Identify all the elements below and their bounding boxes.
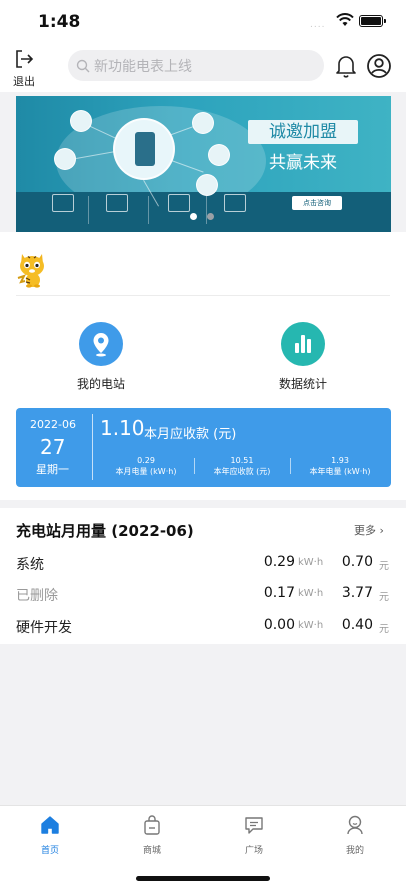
row-kwh: 0.00: [263, 617, 295, 633]
row-yuan: 0.40: [341, 617, 373, 633]
yuan-unit: 元: [379, 592, 389, 603]
signal-icon: ....: [310, 20, 326, 30]
row-name: 已删除: [16, 588, 58, 604]
month-receivable-value: 1.10: [100, 416, 145, 440]
banner-slogan-1: 诚邀加盟: [248, 120, 358, 144]
consult-button[interactable]: 点击咨询: [292, 196, 342, 210]
home-icon: [41, 816, 59, 834]
metric-value: 0.29: [137, 456, 155, 465]
metric-month-kwh: 0.29 本月电量 (kW·h): [98, 456, 194, 477]
card-weekday: 星期一: [36, 463, 69, 476]
quick-actions: 我的电站 数据统计: [0, 296, 406, 400]
month-receivable-label: 本月应收款 (元): [144, 427, 237, 442]
metric-value: 10.51: [230, 456, 254, 465]
search-icon: [76, 59, 90, 72]
stats-card[interactable]: 2022-06 27 星期一 1.10 本月应收款 (元) 0.29 本月电量 …: [16, 408, 391, 487]
metric-year-receivable: 10.51 本年应收款 (元): [194, 456, 290, 477]
tab-home[interactable]: 首页: [20, 814, 80, 856]
status-bar: 1:48 ....: [0, 0, 406, 44]
more-label: 更多: [354, 524, 376, 537]
promo-banner[interactable]: 诚邀加盟 共赢未来 点击咨询: [16, 96, 391, 232]
bar-chart-icon: [281, 322, 325, 366]
logout-icon: [16, 50, 34, 68]
metric-value: 1.93: [331, 456, 349, 465]
tab-mine[interactable]: 我的: [325, 814, 385, 856]
more-link[interactable]: 更多 ›: [354, 522, 384, 538]
usage-row[interactable]: 硬件开发 0.00 kW·h 0.40 元: [0, 611, 406, 643]
tab-label: 首页: [40, 846, 59, 856]
wifi-icon: [336, 13, 354, 26]
search-placeholder: 新功能电表上线: [94, 58, 192, 75]
usage-title: 充电站月用量 (2022-06): [16, 522, 194, 540]
tab-label: 我的: [345, 846, 364, 856]
mascot-row: [0, 232, 406, 296]
top-header: 退出 新功能电表上线: [0, 44, 406, 92]
bell-icon[interactable]: [334, 53, 358, 79]
kwh-unit: kW·h: [298, 588, 324, 599]
metric-label: 本月电量 (kW·h): [115, 467, 177, 476]
usage-row[interactable]: 已删除 0.17 kW·h 3.77 元: [0, 579, 406, 611]
kwh-unit: kW·h: [298, 557, 324, 568]
battery-icon: [359, 15, 386, 27]
row-name: 硬件开发: [16, 620, 72, 636]
tab-label: 商城: [142, 846, 161, 856]
metric-label: 本年应收款 (元): [213, 467, 271, 476]
tab-mall[interactable]: 商城: [122, 814, 182, 856]
row-yuan: 0.70: [341, 554, 373, 570]
bottom-tab-bar: 首页 商城 广场 我的: [0, 805, 406, 888]
my-station-button[interactable]: 我的电站: [56, 322, 146, 392]
carousel-dot[interactable]: [207, 213, 214, 220]
card-day: 27: [40, 435, 66, 459]
profile-icon: [347, 815, 363, 835]
phone-graphic: [113, 118, 175, 180]
tab-square[interactable]: 广场: [224, 814, 284, 856]
my-station-label: 我的电站: [76, 377, 125, 391]
logout-label: 退出: [13, 75, 35, 88]
metric-label: 本年电量 (kW·h): [309, 467, 371, 476]
kwh-unit: kW·h: [298, 620, 324, 631]
home-indicator: [136, 876, 270, 881]
card-year-month: 2022-06: [30, 418, 76, 431]
row-yuan: 3.77: [341, 585, 373, 601]
status-time: 1:48: [38, 12, 81, 32]
row-kwh: 0.29: [263, 554, 295, 570]
banner-slogan-2: 共赢未来: [269, 153, 337, 173]
user-circle-icon[interactable]: [366, 53, 392, 79]
tab-label: 广场: [244, 846, 263, 856]
yuan-unit: 元: [379, 624, 389, 635]
row-kwh: 0.17: [263, 585, 295, 601]
monthly-usage-section: 充电站月用量 (2022-06) 更多 › 系统 0.29 kW·h 0.70 …: [0, 508, 406, 644]
shopping-bag-icon: [144, 815, 160, 835]
chevron-right-icon: ›: [376, 524, 384, 537]
data-stats-label: 数据统计: [278, 377, 327, 391]
logout-button[interactable]: 退出: [10, 48, 38, 89]
usage-row[interactable]: 系统 0.29 kW·h 0.70 元: [0, 548, 406, 580]
message-icon: [245, 817, 263, 834]
metric-year-kwh: 1.93 本年电量 (kW·h): [290, 456, 390, 477]
location-pin-icon: [79, 322, 123, 366]
carousel-dot-active[interactable]: [190, 213, 197, 220]
data-stats-button[interactable]: 数据统计: [258, 322, 348, 392]
yuan-unit: 元: [379, 561, 389, 572]
tiger-mascot-icon: [17, 254, 44, 288]
search-input[interactable]: 新功能电表上线: [68, 50, 324, 81]
app-screen: 1:48 .... 退出 新功能电表上线 诚邀加盟 共赢未来 点击咨询 我的电站…: [0, 0, 406, 888]
row-name: 系统: [16, 557, 44, 573]
